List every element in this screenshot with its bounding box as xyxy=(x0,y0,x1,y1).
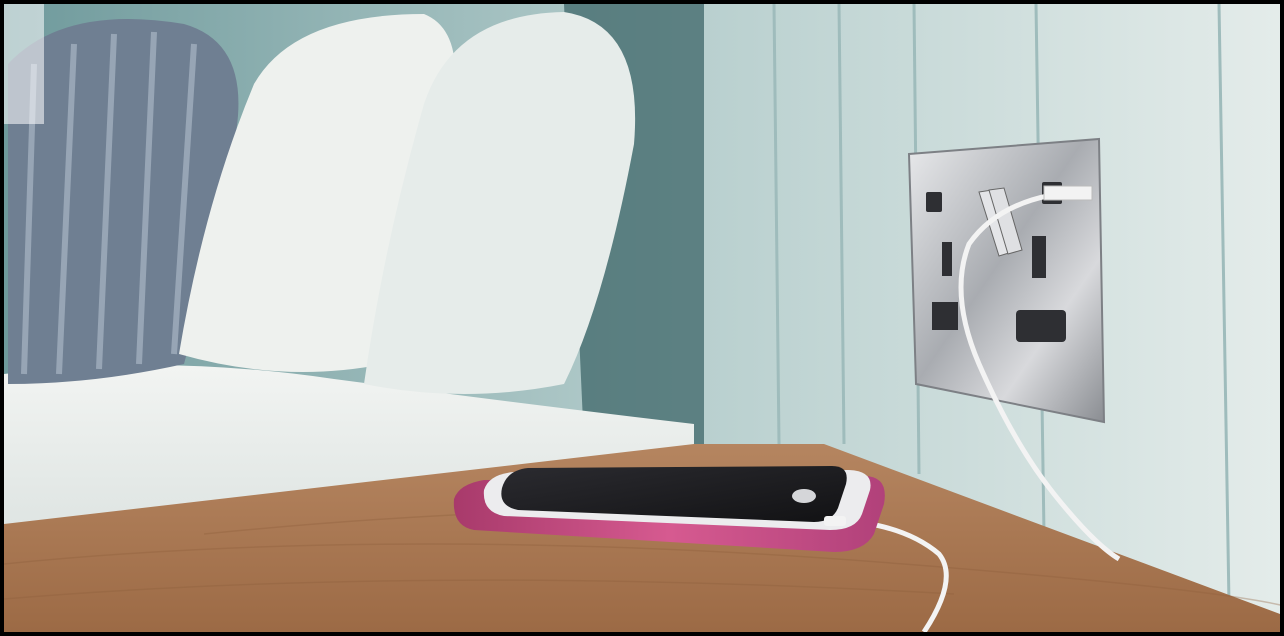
wall-socket xyxy=(907,137,1106,424)
usb-plug xyxy=(1043,185,1093,201)
window-light xyxy=(4,4,44,124)
socket-pin xyxy=(1032,236,1046,278)
bedside-scene xyxy=(4,4,1280,632)
lightning-plug xyxy=(824,516,846,526)
socket-pin xyxy=(1016,310,1066,342)
socket-pin xyxy=(942,242,952,276)
home-button xyxy=(792,489,816,503)
socket-pin xyxy=(932,302,958,330)
photo-frame xyxy=(0,0,1284,636)
usb-port-left xyxy=(926,192,942,212)
